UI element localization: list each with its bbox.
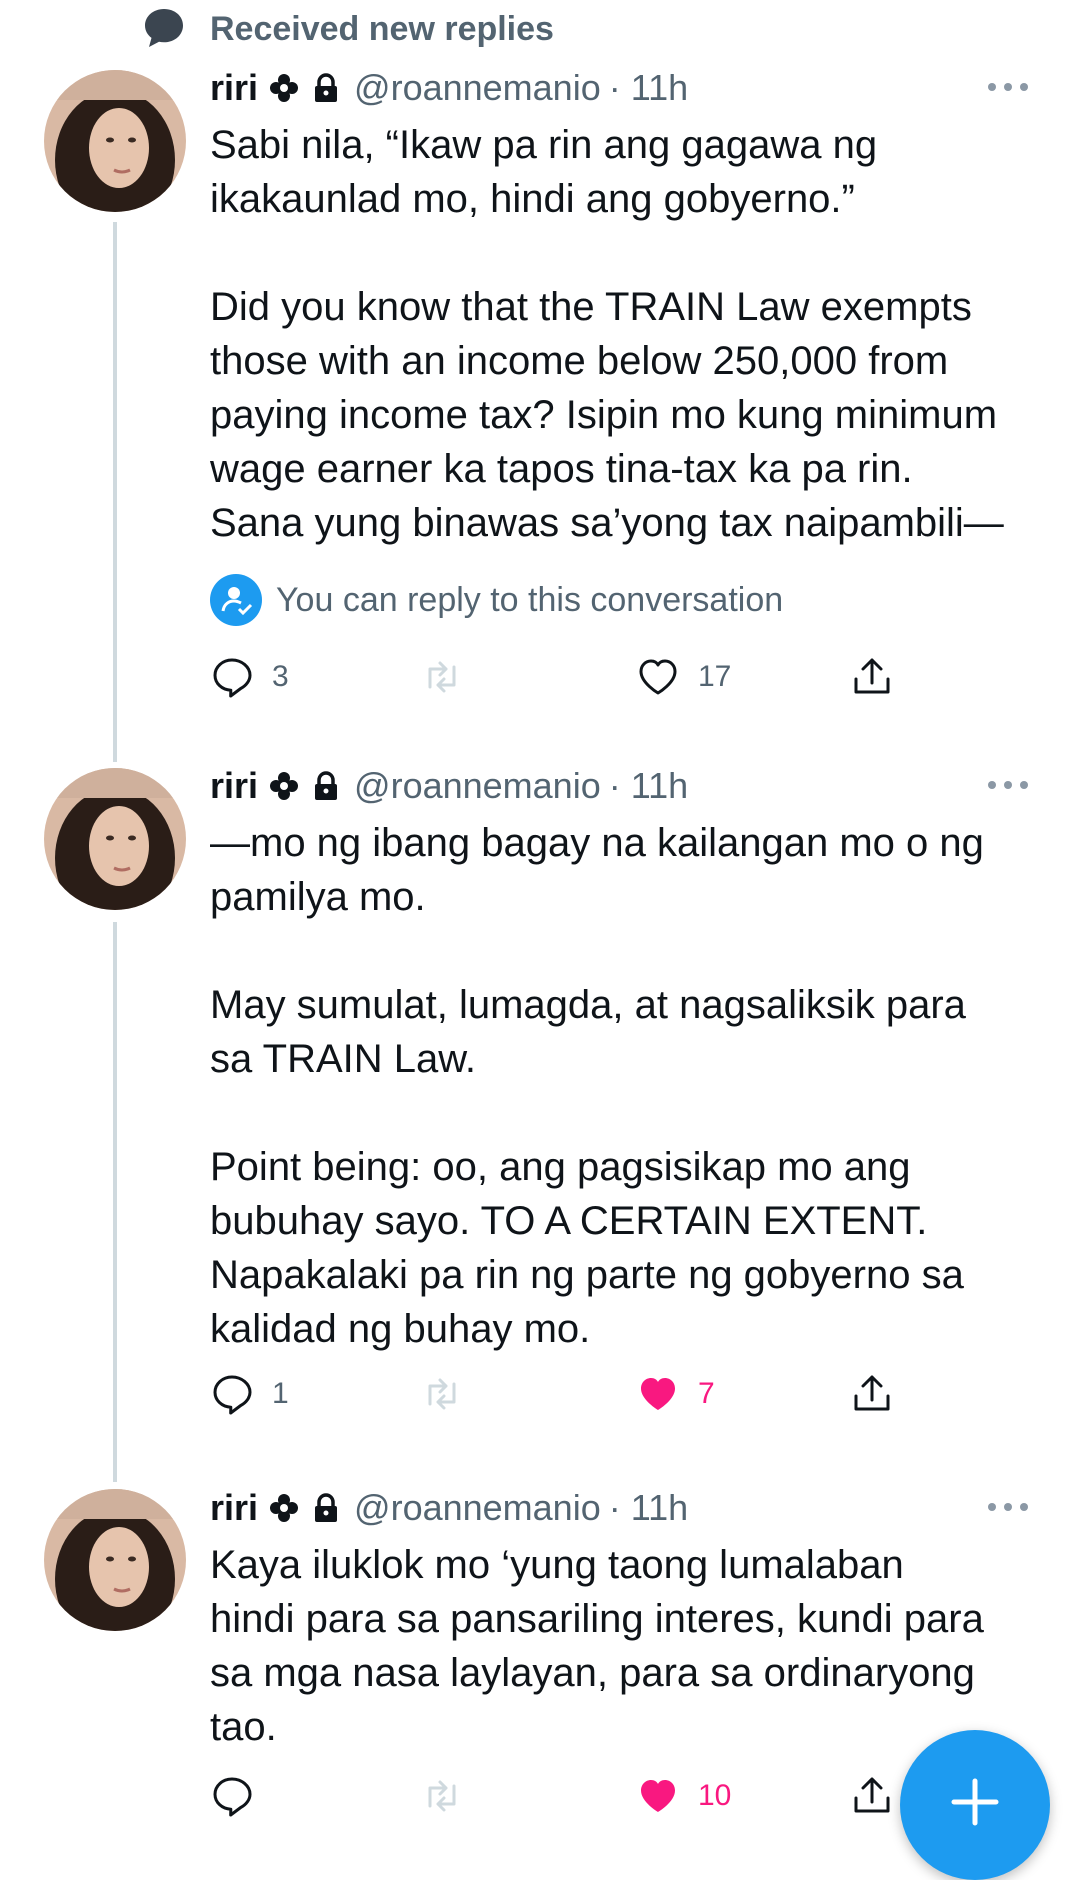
like-count: 10	[698, 1779, 732, 1812]
like-button[interactable]: 10	[636, 1770, 731, 1822]
handle[interactable]: @roannemanio	[354, 1487, 601, 1529]
share-icon	[854, 1777, 890, 1813]
tweet-actions: 3 17	[210, 651, 910, 703]
banner-text: Received new replies	[210, 10, 554, 48]
avatar[interactable]	[44, 70, 186, 212]
heart-filled-icon	[641, 1378, 675, 1410]
user-check-icon	[210, 574, 262, 626]
share-button[interactable]	[850, 651, 894, 703]
reply-count: 3	[272, 660, 289, 693]
tweet-paragraph: Kaya iluklok mo ‘yung taong lumalaban hi…	[210, 1543, 984, 1749]
timestamp[interactable]: · 11h	[609, 765, 688, 807]
like-button[interactable]: 17	[636, 651, 731, 703]
thread-line	[113, 922, 117, 1482]
reply-button[interactable]: 1	[210, 1368, 289, 1420]
share-button[interactable]	[850, 1770, 894, 1822]
like-count: 7	[698, 1377, 715, 1410]
tweet-body: Kaya iluklok mo ‘yung taong lumalaban hi…	[210, 1538, 1050, 1754]
reply-button[interactable]	[210, 1770, 272, 1822]
retweet-icon	[428, 1780, 456, 1812]
reply-icon	[213, 1777, 252, 1817]
tweet-paragraph: Sabi nila, “Ikaw pa rin ang gagawa ng ik…	[210, 123, 878, 221]
display-name[interactable]: riri	[210, 67, 258, 109]
heart-outline-icon	[639, 659, 677, 695]
reply-note-text: You can reply to this conversation	[276, 580, 784, 619]
tweet-actions: 1 7	[210, 1368, 910, 1420]
more-options-icon[interactable]	[986, 1501, 1030, 1513]
more-options-icon[interactable]	[986, 779, 1030, 791]
speech-bubble-icon	[145, 9, 183, 47]
like-count: 17	[698, 660, 732, 693]
reply-icon	[213, 1375, 252, 1415]
lock-icon	[315, 1493, 338, 1522]
handle[interactable]: @roannemanio	[354, 765, 601, 807]
lock-icon	[315, 771, 338, 800]
retweet-button[interactable]	[420, 1368, 464, 1420]
heart-filled-icon	[641, 1780, 675, 1812]
reply-button[interactable]: 3	[210, 651, 289, 703]
display-name[interactable]: riri	[210, 1487, 258, 1529]
retweet-icon	[428, 1378, 456, 1410]
share-icon	[854, 1375, 890, 1411]
flower-icon	[270, 74, 299, 102]
avatar[interactable]	[44, 1489, 186, 1631]
avatar[interactable]	[44, 768, 186, 910]
timestamp[interactable]: · 11h	[609, 1487, 688, 1529]
tweet-paragraph: May sumulat, lumagda, at nagsaliksik par…	[210, 983, 966, 1081]
like-button[interactable]: 7	[636, 1368, 715, 1420]
share-icon	[854, 658, 890, 694]
share-button[interactable]	[850, 1368, 894, 1420]
timestamp[interactable]: · 11h	[609, 67, 688, 109]
tweet-header: riri @roannemanio · 11h	[210, 66, 688, 110]
more-options-icon[interactable]	[986, 81, 1030, 93]
flower-icon	[270, 1494, 299, 1522]
display-name[interactable]: riri	[210, 765, 258, 807]
tweet-paragraph: —mo ng ibang bagay na kailangan mo o ng …	[210, 821, 984, 919]
flower-icon	[270, 772, 299, 800]
retweet-button[interactable]	[420, 651, 464, 703]
tweet-paragraph: Point being: oo, ang pagsisikap mo ang b…	[210, 1145, 964, 1351]
plus-icon	[951, 1778, 999, 1826]
tweet-body: —mo ng ibang bagay na kailangan mo o ng …	[210, 816, 1050, 1356]
retweet-icon	[428, 661, 456, 693]
reply-count: 1	[272, 1377, 289, 1410]
reply-permission-note: You can reply to this conversation	[210, 572, 783, 628]
tweet-actions: 10	[210, 1770, 910, 1822]
reply-icon	[213, 658, 252, 698]
tweet-header: riri @roannemanio · 11h	[210, 764, 688, 808]
handle[interactable]: @roannemanio	[354, 67, 601, 109]
lock-icon	[315, 73, 338, 102]
tweet-header: riri @roannemanio · 11h	[210, 1486, 688, 1530]
tweet-paragraph: Did you know that the TRAIN Law exempts …	[210, 285, 1004, 545]
compose-button[interactable]	[900, 1730, 1050, 1880]
thread-line	[113, 222, 117, 762]
tweet-body: Sabi nila, “Ikaw pa rin ang gagawa ng ik…	[210, 118, 1050, 550]
retweet-button[interactable]	[420, 1770, 464, 1822]
